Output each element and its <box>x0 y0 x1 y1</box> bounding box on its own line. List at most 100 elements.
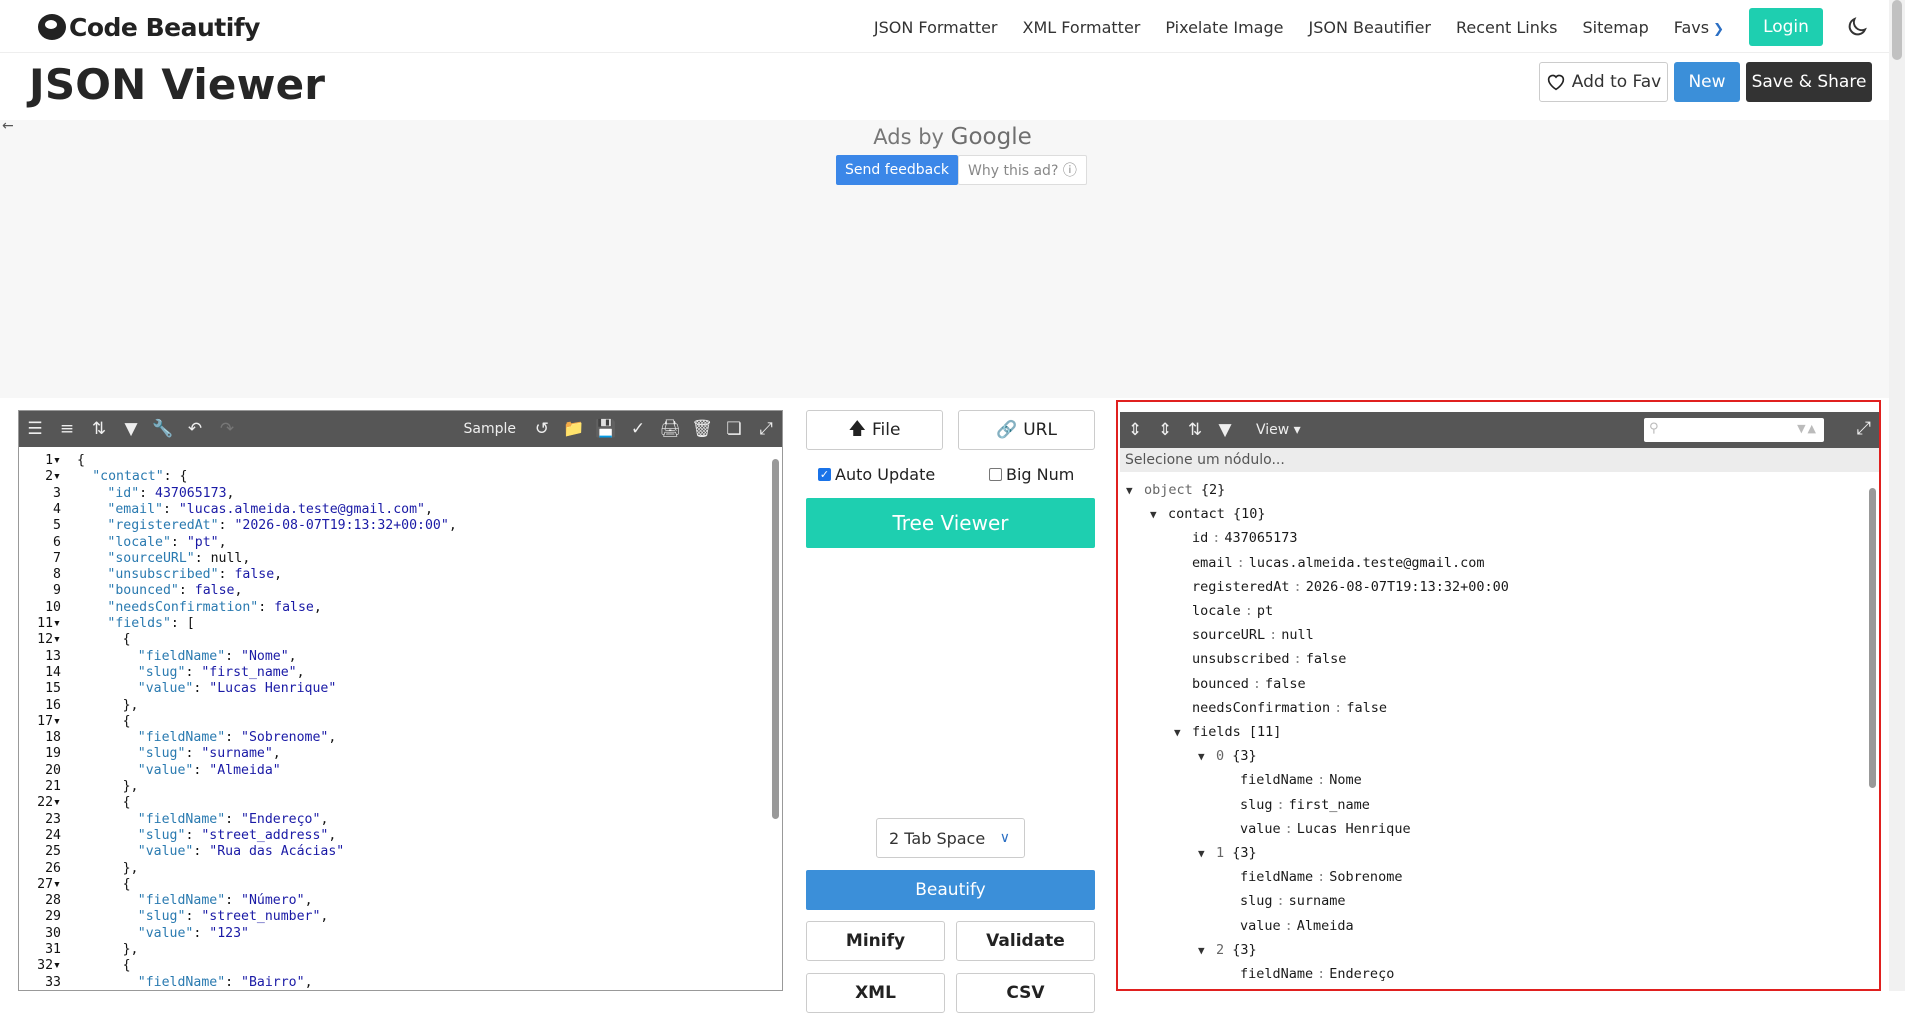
editor-scroll-thumb[interactable] <box>772 459 779 819</box>
line-number[interactable]: 17▾ <box>19 714 71 730</box>
expand-triangle-icon[interactable]: ▼ <box>1198 745 1216 769</box>
save-icon[interactable]: 💾 <box>590 411 622 447</box>
sample-link[interactable]: Sample <box>464 421 517 437</box>
code-area[interactable]: {"contact": {"id": 437065173,"email": "l… <box>71 447 770 991</box>
tree-scrollbar[interactable] <box>1867 472 1879 989</box>
expand-triangle-icon[interactable]: ▼ <box>1198 842 1216 866</box>
expand-triangle-icon[interactable]: ▼ <box>1174 721 1192 745</box>
tree-search-input[interactable]: ⚲ ▼▲ <box>1644 418 1824 442</box>
dark-mode-moon-icon[interactable] <box>1845 15 1869 39</box>
tree-node[interactable]: email:lucas.almeida.teste@gmail.com <box>1174 551 1484 575</box>
tree-node[interactable]: slug:surname <box>1222 889 1346 913</box>
nav-link-json-beautifier[interactable]: JSON Beautifier <box>1308 18 1431 37</box>
tree-node[interactable]: value:Almeida <box>1222 914 1354 938</box>
tree-node[interactable]: needsConfirmation:false <box>1174 696 1387 720</box>
tree-node[interactable]: fieldName:Nome <box>1222 768 1362 792</box>
tree-viewer-button[interactable]: Tree Viewer <box>806 498 1095 548</box>
nav-link-xml-formatter[interactable]: XML Formatter <box>1023 18 1141 37</box>
tree-node[interactable]: registeredAt:2026-08-07T19:13:32+00:00 <box>1174 575 1509 599</box>
compact-icon[interactable]: ≡ <box>51 411 83 447</box>
save-share-button[interactable]: Save & Share <box>1746 62 1872 102</box>
line-number[interactable]: 11▾ <box>19 616 71 632</box>
tree-node[interactable]: fieldName:Endereço <box>1222 962 1394 986</box>
expand-triangle-icon[interactable]: ▼ <box>1198 939 1216 963</box>
format-icon[interactable]: ☰ <box>19 411 51 447</box>
nav-link-sitemap[interactable]: Sitemap <box>1582 18 1648 37</box>
nav-link-pixelate-image[interactable]: Pixelate Image <box>1165 18 1283 37</box>
auto-update-checkbox[interactable]: ✓ Auto Update <box>818 465 935 484</box>
tab-space-select[interactable]: 2 Tab Space ∨ <box>876 818 1025 858</box>
line-number[interactable]: 32▾ <box>19 958 71 974</box>
beautify-button[interactable]: Beautify <box>806 870 1095 910</box>
sort-icon[interactable]: ⇅ <box>83 411 115 447</box>
tree-node[interactable]: ▼2 {3} <box>1198 938 1257 962</box>
history-icon[interactable]: ↺ <box>526 411 558 447</box>
tree-node[interactable]: bounced:false <box>1174 672 1306 696</box>
expand-triangle-icon[interactable]: ▼ <box>1126 479 1144 503</box>
tree-node[interactable]: unsubscribed:false <box>1174 647 1346 671</box>
why-this-ad-button[interactable]: Why this ad? ⓘ <box>958 155 1087 185</box>
line-number[interactable]: 27▾ <box>19 877 71 893</box>
repair-wrench-icon[interactable]: 🔧 <box>147 411 179 447</box>
page-scrollbar[interactable] <box>1889 0 1905 991</box>
tree-node[interactable]: fieldName:Sobrenome <box>1222 865 1402 889</box>
open-folder-icon[interactable]: 📁 <box>558 411 590 447</box>
tree-body[interactable]: ▼object {2}▼contact {10}id:437065173emai… <box>1120 472 1867 989</box>
tree-node[interactable]: ▼fields [11] <box>1174 720 1281 744</box>
minify-button[interactable]: Minify <box>806 921 945 961</box>
nav-favs-dropdown[interactable]: Favs❯ <box>1674 18 1724 37</box>
search-nav-arrows-icon[interactable]: ▼▲ <box>1797 422 1818 435</box>
filter-icon[interactable]: ▼ <box>115 411 147 447</box>
tree-node[interactable]: slug:first_name <box>1222 793 1370 817</box>
expand-all-icon[interactable]: ⇕ <box>1120 412 1150 448</box>
undo-icon[interactable]: ↶ <box>179 411 211 447</box>
fullscreen-icon[interactable]: ⤢ <box>1857 418 1871 439</box>
collapse-all-icon[interactable]: ⇕ <box>1150 412 1180 448</box>
tree-node[interactable]: sourceURL:null <box>1174 623 1314 647</box>
line-number[interactable]: 12▾ <box>19 632 71 648</box>
editor-scrollbar[interactable] <box>770 447 782 991</box>
tree-node[interactable]: locale:pt <box>1174 599 1273 623</box>
line-number[interactable]: 1▾ <box>19 453 71 469</box>
xml-button[interactable]: XML <box>806 973 945 1013</box>
tree-node[interactable]: ▼1 {3} <box>1198 841 1257 865</box>
send-feedback-button[interactable]: Send feedback <box>836 155 958 185</box>
line-number: 24 <box>19 828 71 844</box>
tree-node[interactable]: ▼0 {3} <box>1198 744 1257 768</box>
nav-link-recent-links[interactable]: Recent Links <box>1456 18 1557 37</box>
json-editor[interactable]: ☰ ≡ ⇅ ▼ 🔧 ↶ ↷ Sample ↺ 📁 💾 ✓ 🖨 🗑 ❏ ⤢ 1▾2… <box>18 410 783 991</box>
redo-icon[interactable]: ↷ <box>211 411 243 447</box>
url-button[interactable]: 🔗URL <box>958 410 1095 450</box>
auto-update-checkbox-box[interactable]: ✓ <box>818 468 831 481</box>
tree-node[interactable]: id:437065173 <box>1174 526 1298 550</box>
delete-icon[interactable]: 🗑 <box>686 411 718 447</box>
tree-node[interactable]: slug:street_address <box>1222 986 1402 991</box>
view-dropdown[interactable]: View ▾ <box>1256 422 1301 438</box>
filter-icon[interactable]: ▼ <box>1210 412 1240 448</box>
big-num-checkbox-box[interactable] <box>989 468 1002 481</box>
add-to-fav-button[interactable]: Add to Fav <box>1539 62 1668 102</box>
validate-button[interactable]: Validate <box>956 921 1095 961</box>
page-scroll-thumb[interactable] <box>1892 0 1902 60</box>
print-icon[interactable]: 🖨 <box>654 411 686 447</box>
tree-node[interactable]: ▼contact {10} <box>1150 502 1266 526</box>
code-token: , <box>305 893 313 909</box>
nav-link-json-formatter[interactable]: JSON Formatter <box>874 18 998 37</box>
file-button[interactable]: 🡅File <box>806 410 943 450</box>
fullscreen-icon[interactable]: ⤢ <box>750 411 782 447</box>
login-button[interactable]: Login <box>1749 8 1823 46</box>
line-number[interactable]: 22▾ <box>19 795 71 811</box>
csv-button[interactable]: CSV <box>956 973 1095 1013</box>
tree-node[interactable]: ▼object {2} <box>1126 478 1225 502</box>
copy-icon[interactable]: ❏ <box>718 411 750 447</box>
sort-icon[interactable]: ⇅ <box>1180 412 1210 448</box>
expand-triangle-icon[interactable]: ▼ <box>1150 503 1168 527</box>
tree-node-count: [11] <box>1241 724 1282 740</box>
new-button[interactable]: New <box>1674 62 1740 102</box>
check-icon[interactable]: ✓ <box>622 411 654 447</box>
tree-scroll-thumb[interactable] <box>1869 488 1876 788</box>
big-num-checkbox[interactable]: Big Num <box>989 465 1074 484</box>
line-number[interactable]: 2▾ <box>19 469 71 485</box>
tree-node[interactable]: value:Lucas Henrique <box>1222 817 1411 841</box>
brand-logo[interactable]: Code Beautify <box>38 12 260 42</box>
